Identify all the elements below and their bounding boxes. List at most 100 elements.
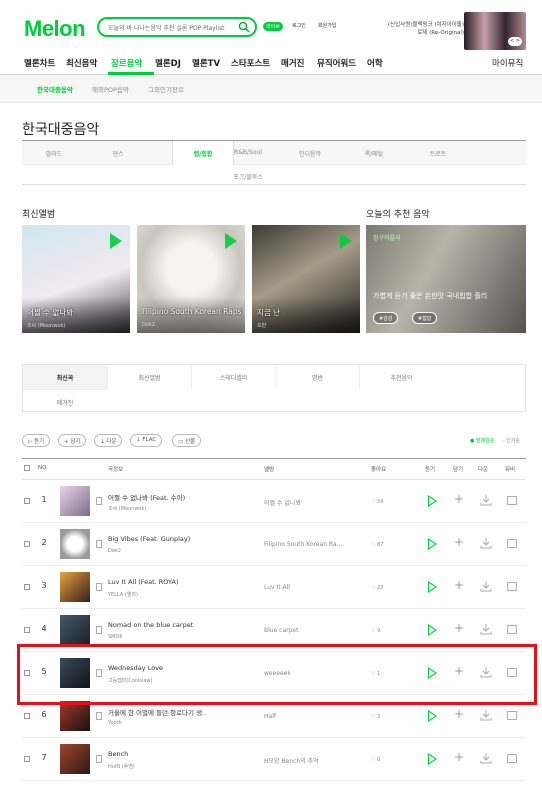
song-artist[interactable]: YELLA (옐라) [108,591,138,598]
nav-chart[interactable]: 멜론차트 [24,57,55,69]
like-button[interactable]: ♡ 87 [371,542,383,548]
select-all-checkbox[interactable] [24,465,30,471]
download-icon[interactable] [480,752,492,764]
mv-icon[interactable] [507,711,517,720]
top-banner[interactable]: (신입사원)블랙핑크 (여자아이돌) 로제 (Re-Original) < > [376,12,526,50]
play-icon[interactable] [428,624,437,636]
album-card[interactable]: Filipino South Korean Rapsta... Dok2 [137,225,245,333]
song-album[interactable]: Blue carpet [264,627,354,634]
album-art[interactable] [60,529,90,559]
search-input[interactable]: 오늘의 바 나나는음악 추천 실론 POP Playlist [97,17,257,37]
song-info-icon[interactable] [96,583,102,591]
play-icon[interactable] [340,233,352,249]
tab-new-albums[interactable]: 최신앨범 [107,365,191,389]
nav-magazine[interactable]: 매거진 [281,57,304,69]
download-icon[interactable] [480,580,492,592]
flac-button[interactable]: ↓ FLAC [130,434,163,447]
album-art[interactable] [60,572,90,602]
song-album[interactable]: 어쩔 수 없나봐 [264,498,354,507]
download-icon[interactable] [480,537,492,549]
signup-link[interactable]: 회원가입 [318,22,336,29]
play-icon[interactable] [110,233,122,249]
gift-button[interactable]: ▭ 선물 [172,434,202,447]
nav-language[interactable]: 어학 [367,57,383,69]
subnav-pop[interactable]: 해외POP음악 [92,84,129,94]
add-icon[interactable]: + [454,579,464,591]
row-checkbox[interactable] [24,584,30,590]
nav-mymusic[interactable]: 마이뮤직 [492,57,523,69]
song-artist[interactable]: 조씨 (Moonwok) [108,505,146,512]
download-icon[interactable] [480,709,492,721]
nav-genre[interactable]: 장르음악 [111,57,142,69]
play-icon[interactable] [225,233,237,249]
sort-release[interactable]: ● 발매일순 [470,437,494,444]
play-icon[interactable] [428,538,437,550]
genre-trot[interactable]: 트로트 [408,149,468,158]
download-icon[interactable] [480,494,492,506]
album-card[interactable]: 지금 난 오반 [252,225,360,333]
album-art[interactable] [60,701,90,731]
like-button[interactable]: ♡ 0 [371,757,380,763]
add-button[interactable]: + 담기 [58,434,87,447]
genre-ballad[interactable]: 발라드 [24,149,84,158]
download-icon[interactable] [480,623,492,635]
genre-rock[interactable]: 록/메탈 [344,149,404,158]
song-title[interactable]: Nomad on the blue carpet [108,621,226,629]
row-checkbox[interactable] [24,756,30,762]
nav-newmusic[interactable]: 최신음악 [66,57,97,69]
song-album[interactable]: H모양 Bench의 추억 [264,756,354,765]
mv-icon[interactable] [507,539,517,548]
tab-classic[interactable]: 명반 [275,365,359,389]
song-info-icon[interactable] [96,626,102,634]
genre-indie[interactable]: 인디음악 [280,149,340,158]
add-icon[interactable]: + [454,622,464,634]
song-title[interactable]: 거울에 한 이별에 들던 헝로다기 생.. [108,707,226,717]
recommend-tag[interactable]: #감성 [373,312,399,324]
genre-folk[interactable]: 포크/블루스 [218,172,278,181]
song-artist[interactable]: SMDK [108,634,123,640]
song-album[interactable]: Luv It All [264,584,354,591]
play-icon[interactable] [428,753,437,765]
song-title[interactable]: 어쩔 수 없나봐 (Feat. 수아) [108,492,226,502]
row-checkbox[interactable] [24,498,30,504]
nav-tv[interactable]: 멜론TV [192,57,220,69]
mv-icon[interactable] [507,582,517,591]
subnav-kpop[interactable]: 한국대중음악 [37,84,73,94]
album-art[interactable] [60,486,90,516]
song-info-icon[interactable] [96,755,102,763]
song-info-icon[interactable] [96,712,102,720]
album-art[interactable] [60,615,90,645]
song-info-icon[interactable] [96,540,102,548]
song-artist[interactable]: Yooth [108,720,122,726]
mv-icon[interactable] [507,496,517,505]
live-badge[interactable]: 라이브 [263,22,283,31]
song-title[interactable]: Bench [108,750,226,758]
row-checkbox[interactable] [24,627,30,633]
download-button[interactable]: ↓ 다운 [94,434,123,447]
song-artist[interactable]: Dok2 [108,548,121,554]
song-artist[interactable]: HuiN (후엔) [108,763,135,770]
play-icon[interactable] [428,581,437,593]
row-checkbox[interactable] [24,713,30,719]
sort-popular[interactable]: · 인기순 [503,437,520,444]
recommend-card[interactable]: 멍구의플리 가볍게 듣기 좋은 쏜한맛 국내힙합 플리 #감성 #힙합 [366,225,526,333]
banner-nav-button[interactable]: < > [508,37,522,46]
nav-dj[interactable]: 멜론DJ [155,57,181,69]
album-art[interactable] [60,744,90,774]
song-album[interactable]: Filipino South Korean Ra... [264,541,354,548]
row-checkbox[interactable] [24,541,30,547]
listen-button[interactable]: ▷ 듣기 [22,434,51,447]
album-card[interactable]: 어쩔 수 없나봐 조씨 (Moonwok) [22,225,130,333]
play-icon[interactable] [428,710,437,722]
mv-icon[interactable] [507,625,517,634]
play-icon[interactable] [428,495,437,507]
tab-recommend[interactable]: 추천음악 [359,365,443,389]
song-album[interactable]: Half [264,713,354,720]
like-button[interactable]: ♡ 54 [371,499,383,505]
like-button[interactable]: ♡ 9 [371,628,380,634]
like-button[interactable]: ♡ 22 [371,585,383,591]
song-title[interactable]: Big Vibes (Feat. Gunplay) [108,535,226,543]
add-icon[interactable]: + [454,751,464,763]
mv-icon[interactable] [507,754,517,763]
login-link[interactable]: 로그인 [292,22,306,29]
